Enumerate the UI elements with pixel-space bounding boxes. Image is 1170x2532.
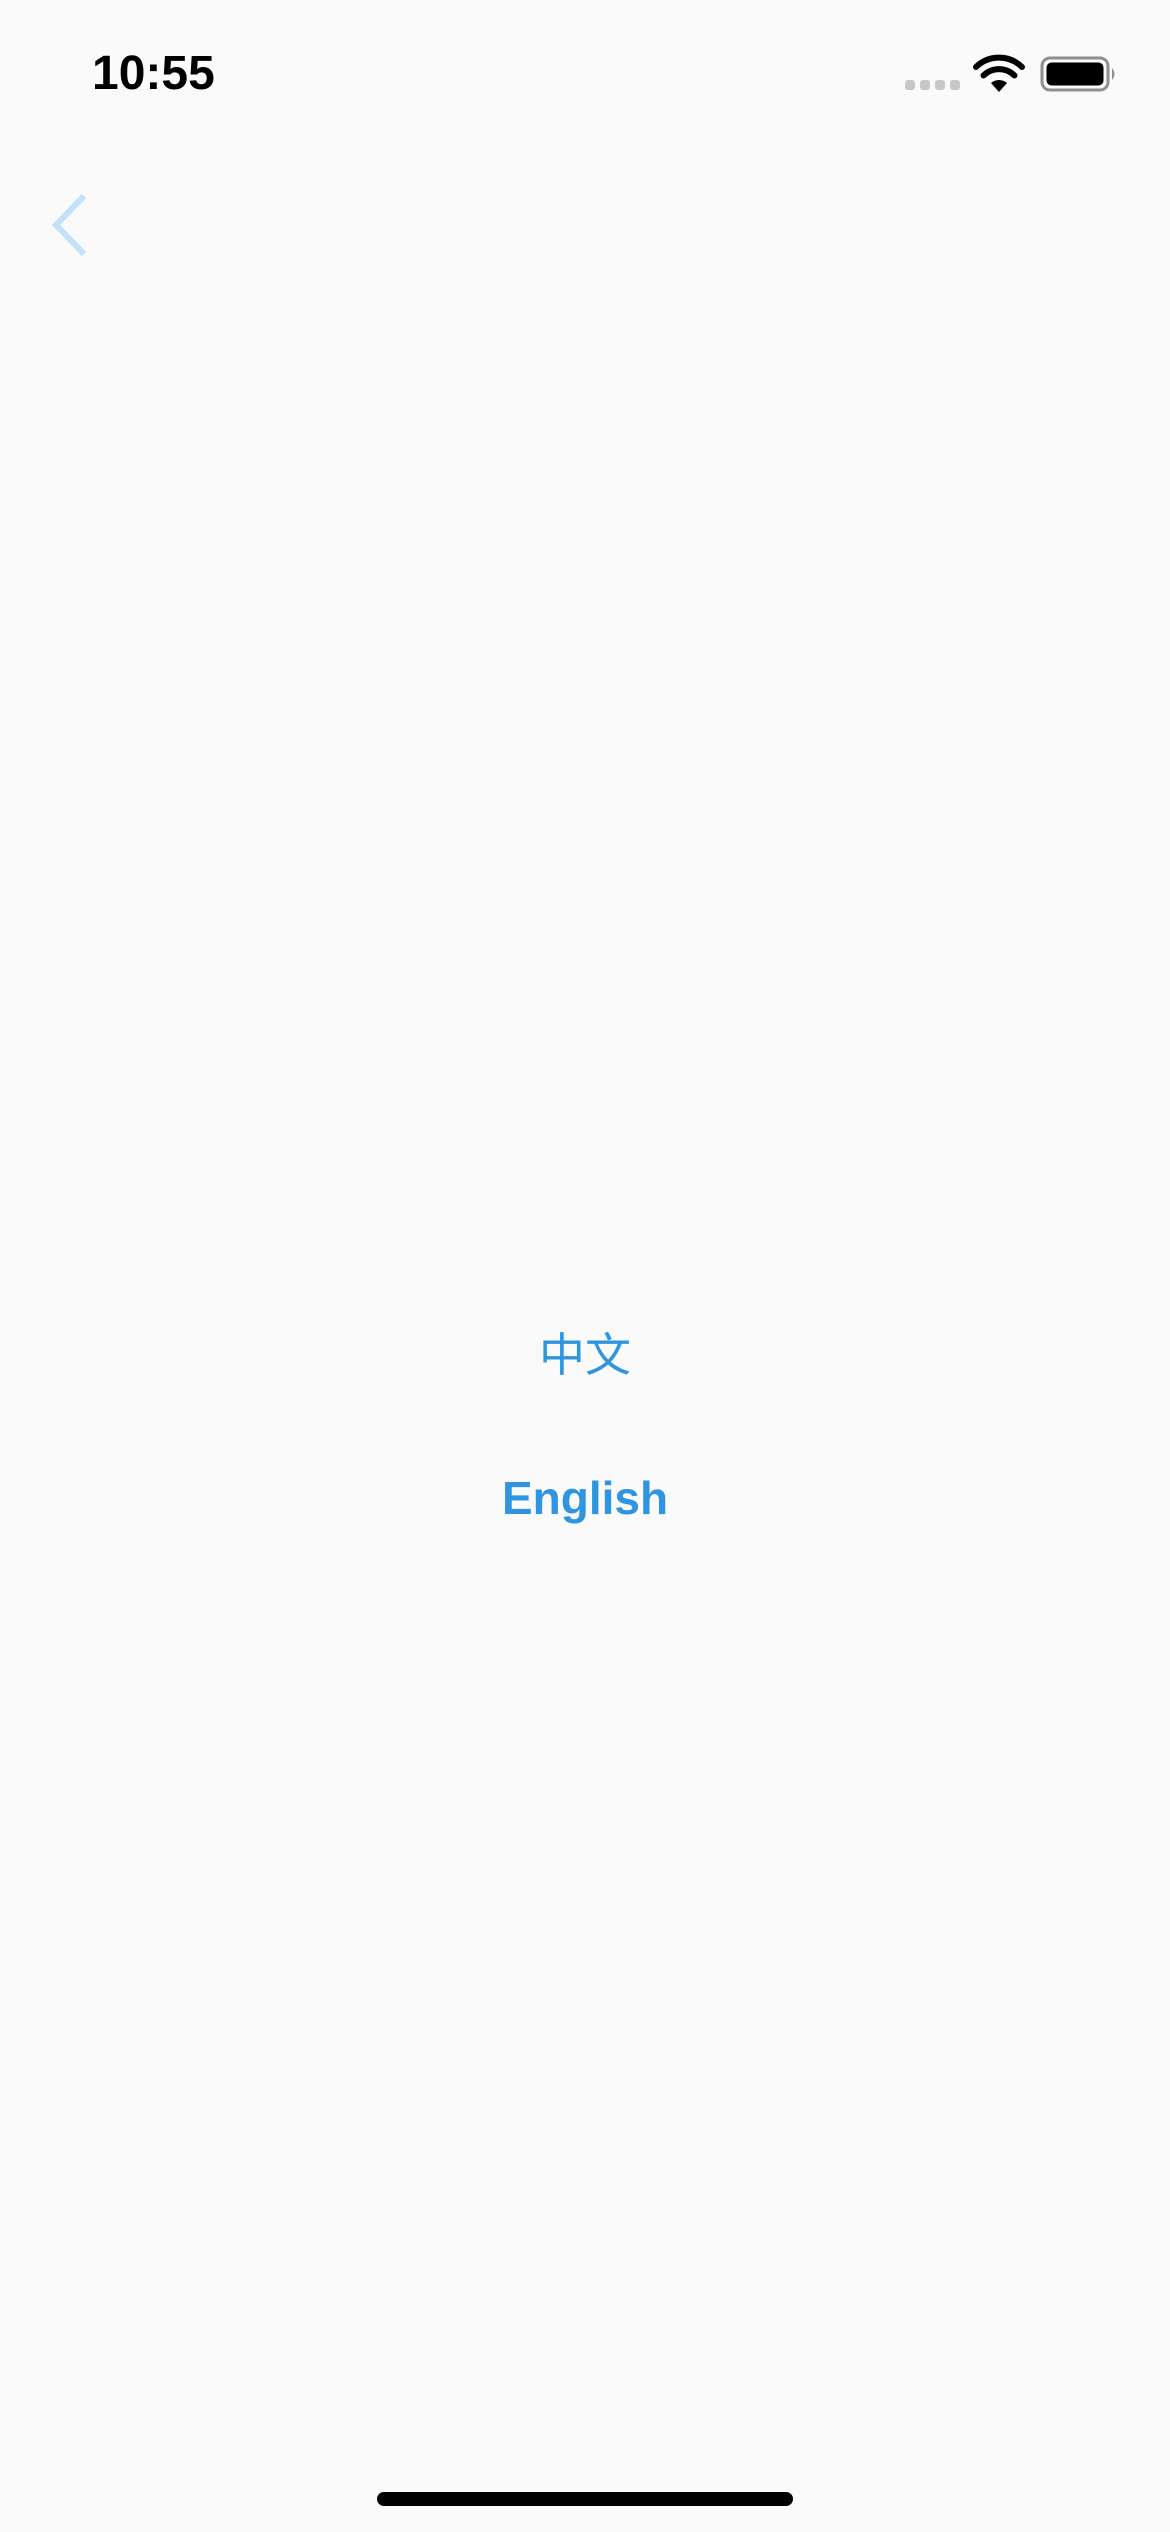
back-button[interactable] xyxy=(30,180,110,270)
wifi-icon xyxy=(972,54,1026,94)
cellular-signal-icon xyxy=(905,80,961,90)
battery-icon xyxy=(1040,56,1118,92)
language-option-english[interactable]: English xyxy=(0,1463,1170,1533)
chevron-left-icon xyxy=(51,193,87,257)
home-indicator xyxy=(377,2492,793,2506)
language-option-chinese[interactable]: 中文 xyxy=(0,1320,1170,1390)
status-bar: 10:55 xyxy=(0,0,1170,140)
language-settings-screen: 10:55 中文 English xyxy=(0,0,1170,2532)
status-time: 10:55 xyxy=(92,47,215,100)
